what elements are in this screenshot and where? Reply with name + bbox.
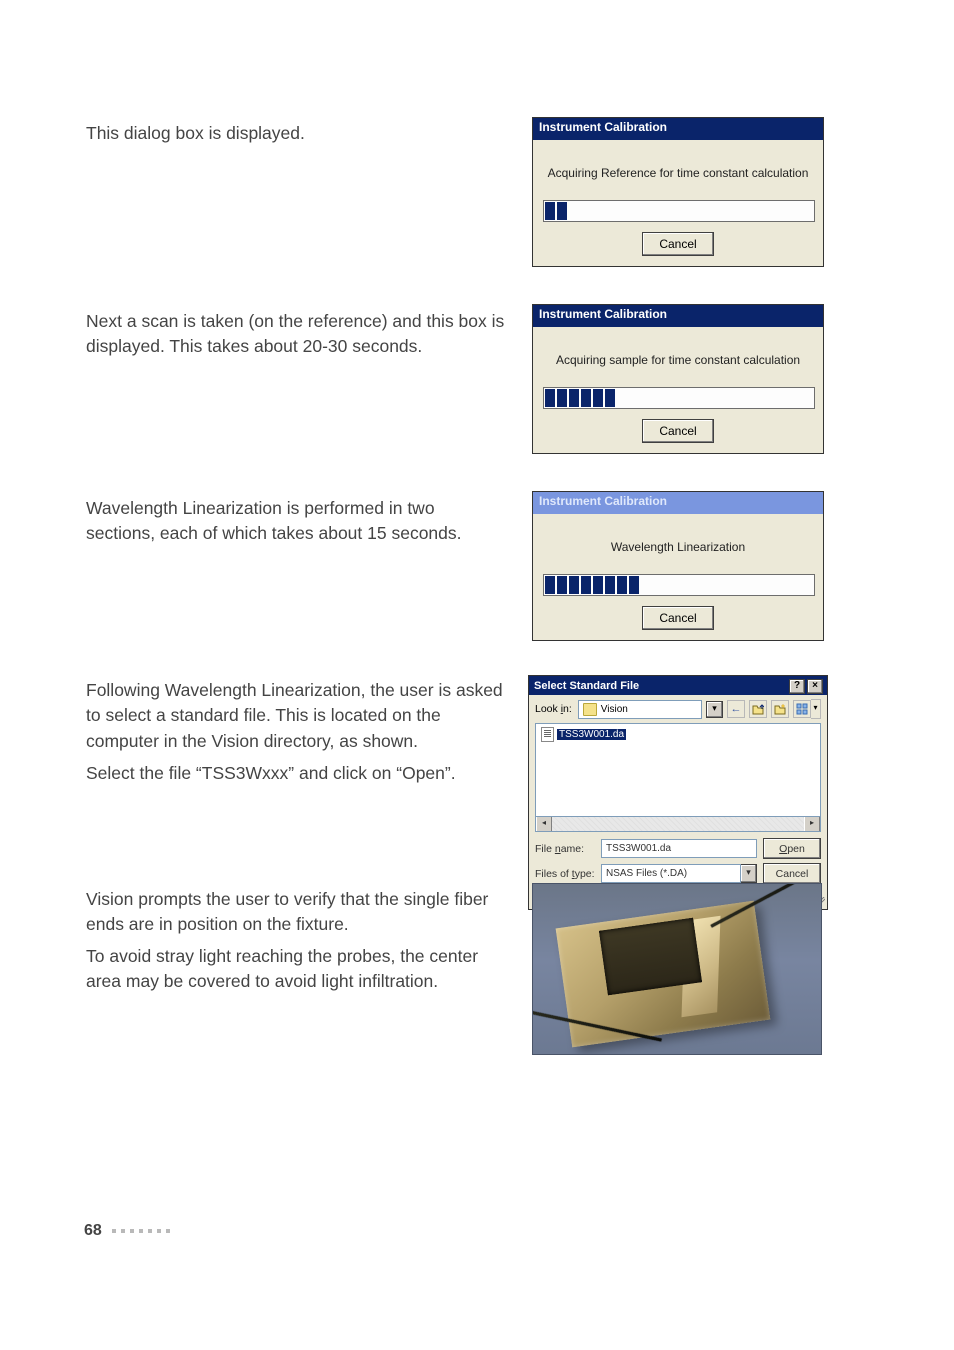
file-dialog-toolbar: Look in: Vision ▾ ← ▾ — [529, 695, 827, 723]
dialog2-message: Acquiring sample for time constant calcu… — [543, 353, 813, 367]
page-number-value: 68 — [84, 1222, 102, 1240]
close-icon[interactable]: × — [807, 679, 823, 694]
page-number-dots — [112, 1229, 170, 1233]
fixture-slot — [599, 918, 702, 996]
page: This dialog box is displayed. Next a sca… — [0, 0, 954, 1350]
lookin-label: Look in: — [535, 703, 572, 715]
dialog-wavelength-linearization: Instrument Calibration Wavelength Linear… — [532, 491, 824, 641]
progress-segment — [593, 389, 603, 407]
dialog-calibration-reference: Instrument Calibration Acquiring Referen… — [532, 117, 824, 267]
scroll-track[interactable] — [552, 817, 804, 831]
dialog1-message: Acquiring Reference for time constant ca… — [543, 166, 813, 180]
file-type-select[interactable]: NSAS Files (*.DA) — [601, 864, 741, 883]
file-name-input[interactable]: TSS3W001.da — [601, 839, 757, 858]
progress-segment — [545, 202, 555, 220]
paragraph-1: This dialog box is displayed. — [86, 121, 506, 146]
paragraph-7: To avoid stray light reaching the probes… — [86, 944, 506, 995]
dialog3-message: Wavelength Linearization — [543, 540, 813, 554]
dialog2-title: Instrument Calibration — [533, 305, 823, 327]
progress-segment — [629, 576, 639, 594]
folder-icon — [583, 703, 597, 716]
dialog3-title: Instrument Calibration — [533, 492, 823, 514]
progress-segment — [617, 576, 627, 594]
progress-segment — [545, 389, 555, 407]
file-list-scrollbar[interactable]: ◂ ▸ — [535, 817, 821, 832]
help-icon[interactable]: ? — [789, 679, 805, 694]
views-icon — [793, 700, 811, 718]
lookin-folder-select[interactable]: Vision — [578, 700, 702, 719]
paragraph-2: Next a scan is taken (on the reference) … — [86, 309, 506, 360]
fixture-photo — [532, 883, 822, 1055]
progress-segment — [557, 576, 567, 594]
dialog2-cancel-button[interactable]: Cancel — [642, 419, 714, 443]
chevron-down-icon: ▾ — [811, 699, 821, 719]
up-one-level-icon[interactable] — [749, 700, 767, 718]
dialog3-cancel-button[interactable]: Cancel — [642, 606, 714, 630]
progress-segment — [545, 576, 555, 594]
paragraph-5: Select the file “TSS3Wxxx” and click on … — [86, 761, 506, 786]
progress-segment — [581, 576, 591, 594]
dialog-calibration-sample: Instrument Calibration Acquiring sample … — [532, 304, 824, 454]
file-dialog: Select Standard File ? × Look in: Vision… — [528, 675, 828, 910]
back-icon[interactable]: ← — [727, 700, 745, 718]
file-item[interactable]: TSS3W001.da — [538, 726, 629, 743]
open-button[interactable]: Open — [763, 838, 821, 859]
chevron-down-icon[interactable]: ▾ — [741, 864, 757, 883]
document-icon — [541, 727, 554, 742]
page-number: 68 — [84, 1222, 170, 1240]
dialog3-content: Wavelength Linearization Cancel — [533, 514, 823, 640]
progress-segment — [593, 576, 603, 594]
paragraph-4: Following Wavelength Linearization, the … — [86, 678, 506, 754]
progress-segment — [581, 389, 591, 407]
chevron-down-icon[interactable]: ▾ — [706, 701, 723, 718]
file-name-label: File name: — [535, 843, 595, 855]
progress-segment — [605, 389, 615, 407]
dialog2-progress — [543, 387, 815, 409]
dialog1-title: Instrument Calibration — [533, 118, 823, 140]
dialog1-cancel-button[interactable]: Cancel — [642, 232, 714, 256]
progress-segment — [557, 202, 567, 220]
paragraph-3: Wavelength Linearization is performed in… — [86, 496, 506, 547]
lookin-folder-name: Vision — [601, 704, 628, 715]
progress-segment — [569, 576, 579, 594]
new-folder-icon[interactable] — [771, 700, 789, 718]
scroll-right-icon[interactable]: ▸ — [804, 817, 820, 831]
progress-segment — [557, 389, 567, 407]
views-button[interactable]: ▾ — [793, 699, 821, 719]
dialog2-content: Acquiring sample for time constant calcu… — [533, 327, 823, 453]
dialog3-progress — [543, 574, 815, 596]
cancel-button[interactable]: Cancel — [763, 863, 821, 884]
file-dialog-title: Select Standard File — [534, 680, 639, 692]
progress-segment — [605, 576, 615, 594]
dialog1-content: Acquiring Reference for time constant ca… — [533, 140, 823, 266]
file-type-label: Files of type: — [535, 868, 595, 880]
paragraph-6: Vision prompts the user to verify that t… — [86, 887, 506, 938]
progress-segment — [569, 389, 579, 407]
file-dialog-titlebar: Select Standard File ? × — [529, 676, 827, 695]
file-item-label: TSS3W001.da — [557, 729, 626, 740]
dialog1-progress — [543, 200, 815, 222]
scroll-left-icon[interactable]: ◂ — [536, 817, 552, 831]
file-list[interactable]: TSS3W001.da — [535, 723, 821, 817]
